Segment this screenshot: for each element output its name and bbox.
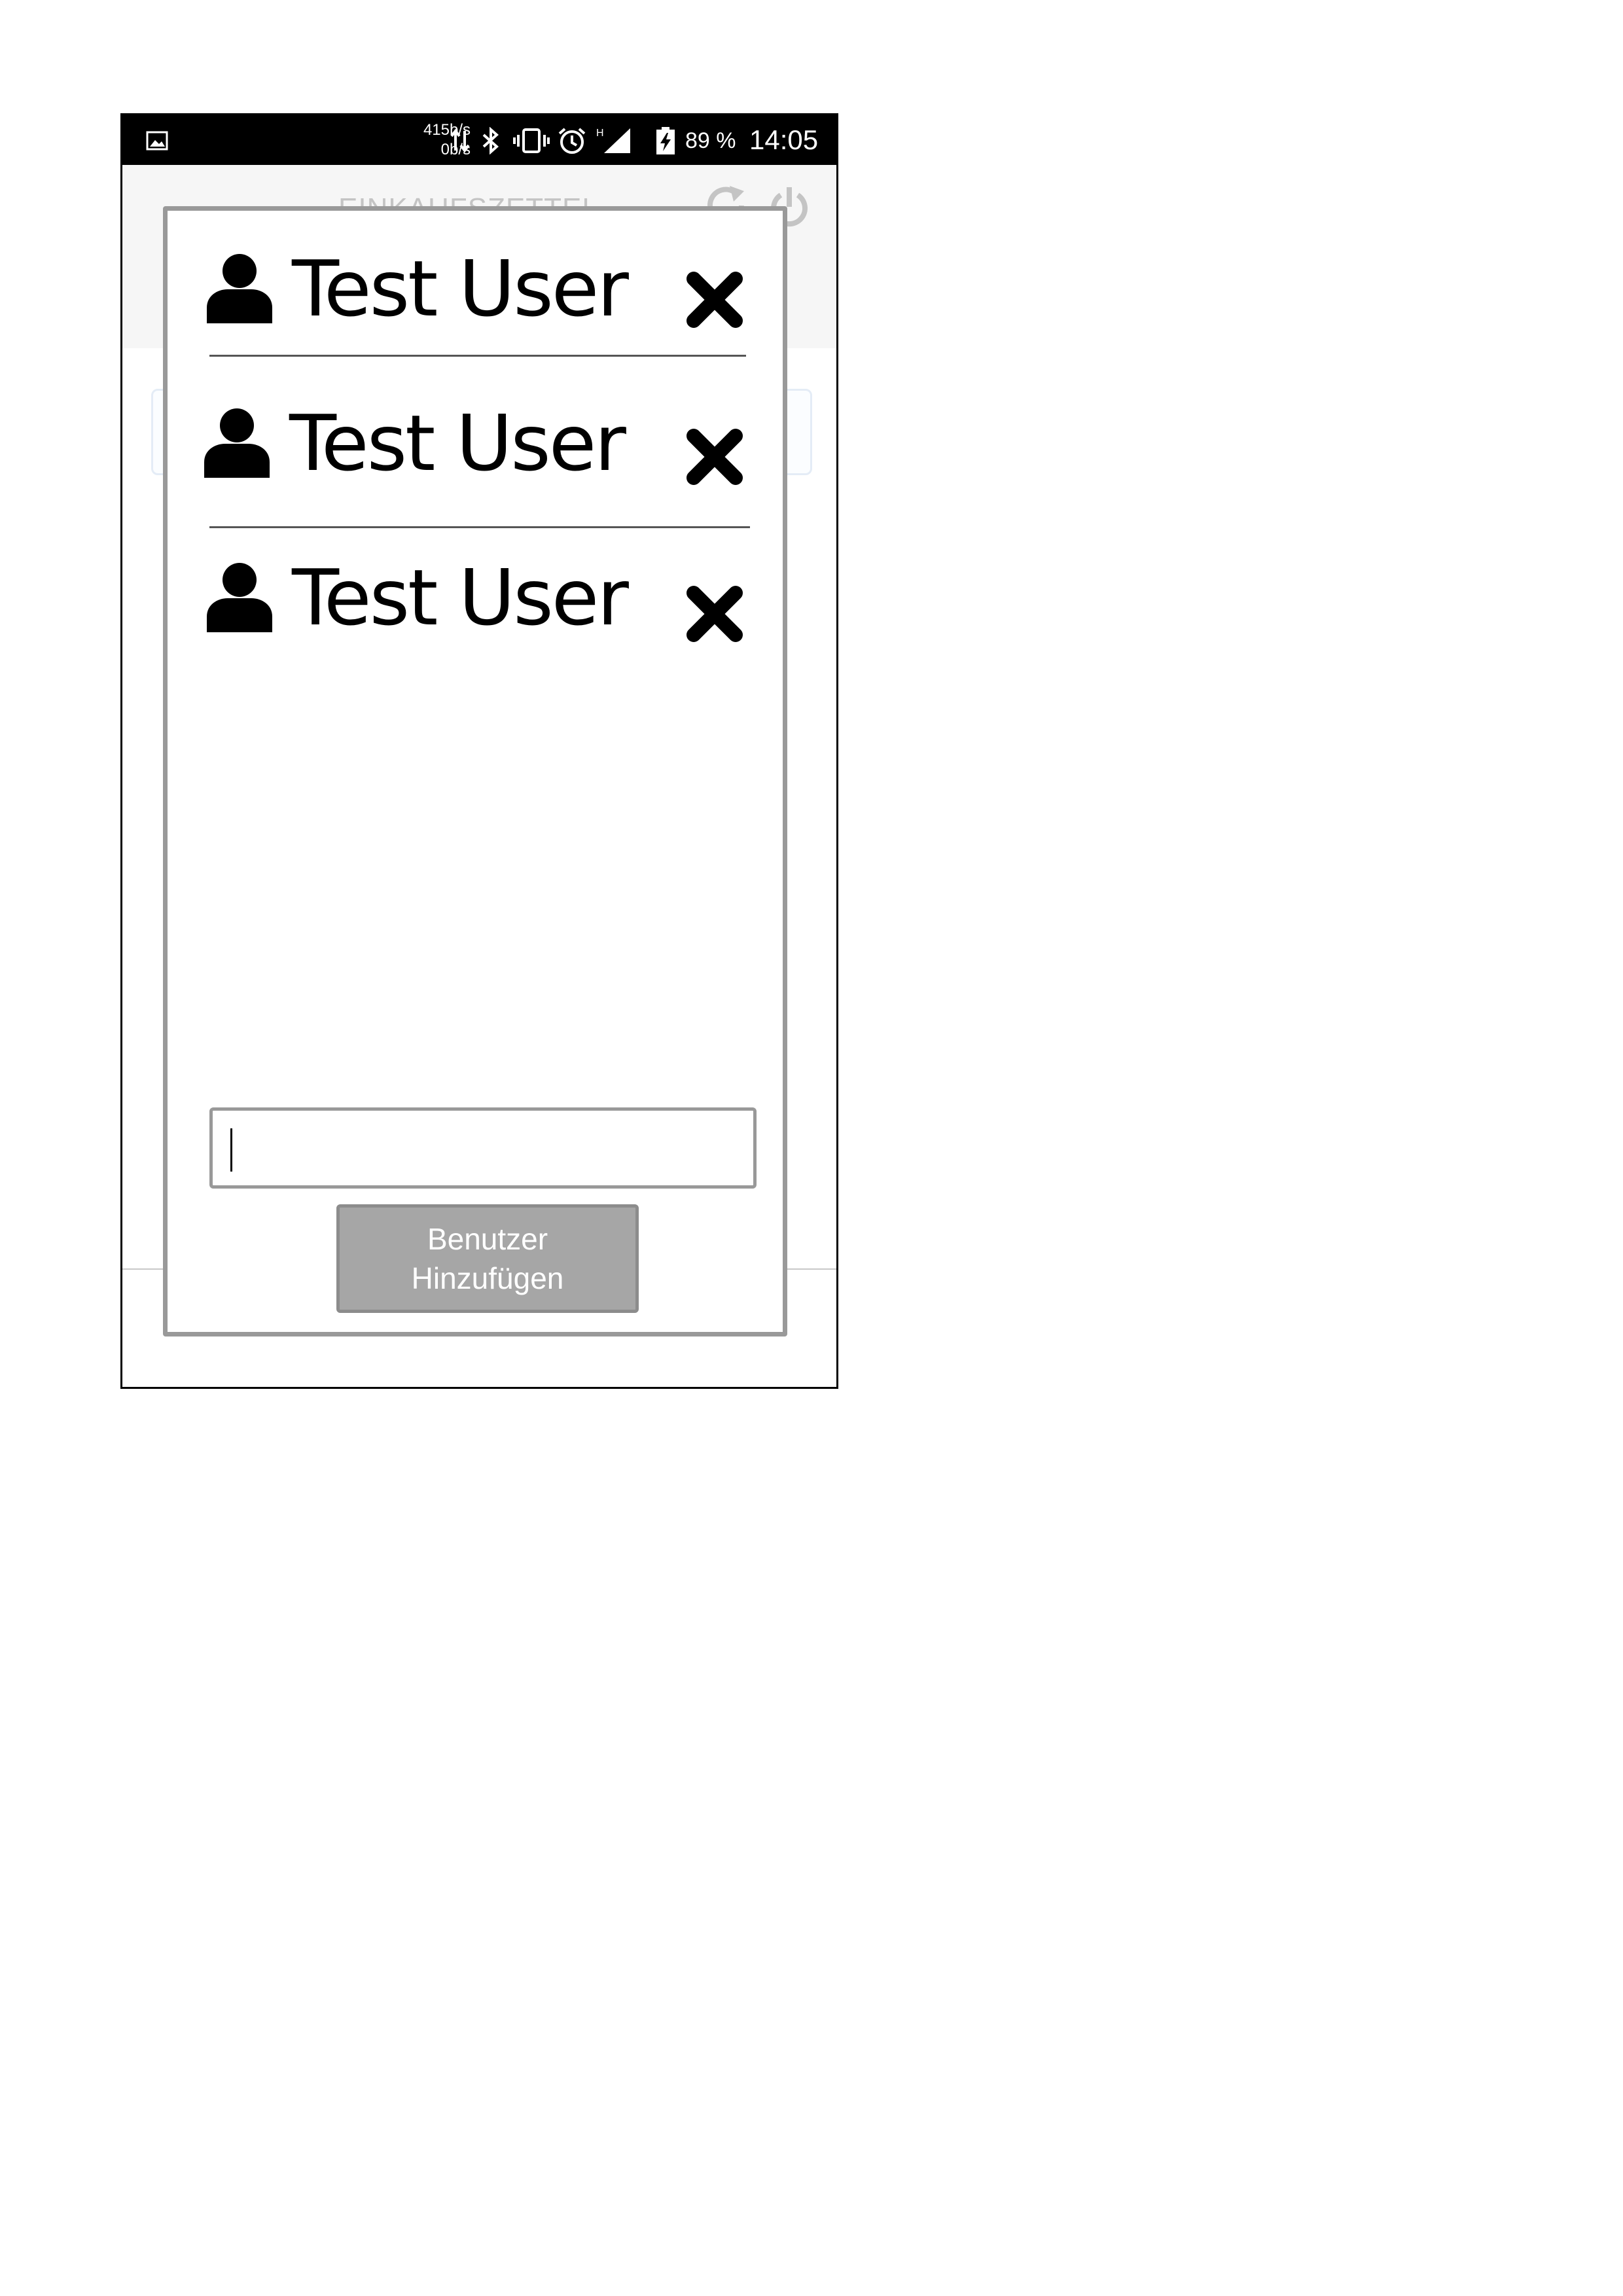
svg-text:H: H bbox=[596, 128, 604, 139]
bluetooth-icon bbox=[482, 127, 499, 154]
row-divider bbox=[209, 355, 746, 357]
signal-icon: H bbox=[596, 128, 630, 153]
vibrate-icon bbox=[513, 128, 550, 153]
data-transfer-icon bbox=[450, 128, 470, 153]
user-icon bbox=[207, 254, 272, 323]
user-icon bbox=[207, 563, 272, 632]
remove-user-icon[interactable] bbox=[685, 427, 745, 487]
user-name: Test User bbox=[292, 552, 629, 643]
gallery-icon bbox=[146, 131, 168, 151]
add-user-button[interactable]: Benutzer Hinzufügen bbox=[336, 1204, 639, 1313]
user-icon bbox=[204, 408, 270, 478]
phone-screen: 415b/s 0b/s H 89 % 14:05 Test User Test … bbox=[120, 113, 838, 1389]
battery-percent: 89 % bbox=[685, 128, 736, 153]
user-name: Test User bbox=[289, 398, 626, 488]
clock: 14:05 bbox=[749, 124, 819, 155]
user-management-dialog: Test User Test User Test User Benutzer H… bbox=[163, 206, 787, 1336]
user-row: Test User bbox=[204, 387, 743, 486]
username-input[interactable] bbox=[209, 1107, 757, 1189]
add-user-button-label-line2: Hinzufügen bbox=[411, 1261, 564, 1295]
battery-charging-icon bbox=[656, 127, 675, 154]
user-name: Test User bbox=[292, 243, 629, 334]
user-row: Test User bbox=[207, 233, 743, 331]
row-divider bbox=[209, 526, 750, 528]
remove-user-icon[interactable] bbox=[685, 584, 745, 644]
alarm-icon bbox=[558, 128, 586, 154]
text-cursor bbox=[230, 1128, 232, 1172]
user-row: Test User bbox=[207, 542, 743, 642]
status-bar: 415b/s 0b/s H 89 % 14:05 bbox=[122, 115, 836, 165]
add-user-button-label-line1: Benutzer bbox=[427, 1222, 548, 1256]
remove-user-icon[interactable] bbox=[685, 270, 745, 330]
